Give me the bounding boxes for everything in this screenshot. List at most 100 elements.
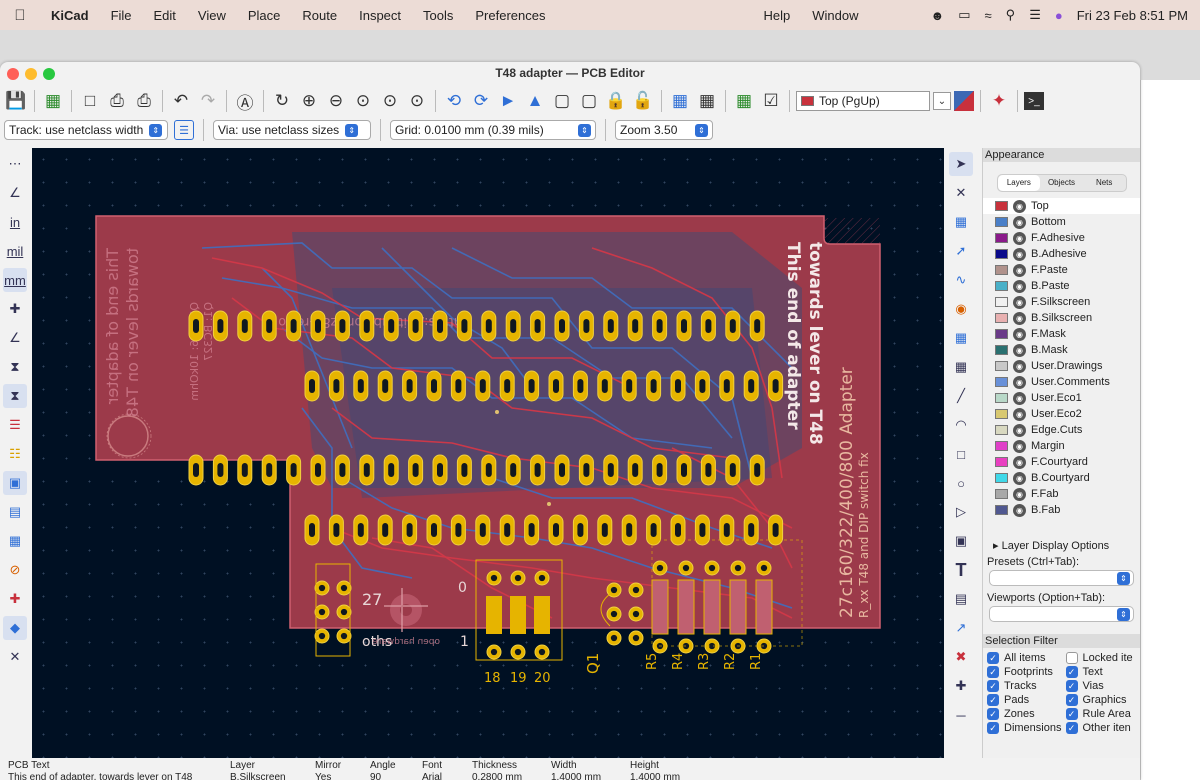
layer-row[interactable]: ◉ User.Eco2 [983, 406, 1140, 422]
draw-polygon-icon[interactable]: ▷ [949, 500, 973, 524]
pcb-canvas[interactable]: This end of adapter towards lever on T48… [32, 148, 944, 758]
group-icon[interactable]: ▢ [550, 89, 574, 113]
layer-row[interactable]: ◉ B.Mask [983, 342, 1140, 358]
delete-tool-icon[interactable]: ✖ [949, 645, 973, 669]
layer-color-swatch[interactable] [995, 249, 1008, 259]
ungroup-icon[interactable]: ▢ [577, 89, 601, 113]
add-textbox-icon[interactable]: ▤ [949, 587, 973, 611]
footprint-browser-icon[interactable]: ▦ [695, 89, 719, 113]
tab-objects[interactable]: Objects [1040, 175, 1083, 191]
user-icon[interactable]: ☻ [931, 8, 945, 23]
layer-color-swatch[interactable] [995, 409, 1008, 419]
filter-checkbox[interactable]: ✓ [1065, 666, 1078, 678]
refresh-icon[interactable]: ↻ [270, 89, 294, 113]
net-colors-icon[interactable]: ⊘ [3, 558, 27, 582]
add-text-icon[interactable]: T [949, 558, 973, 582]
units-mm-button[interactable]: mm [3, 268, 27, 292]
lock-icon[interactable]: 🔒 [604, 89, 628, 113]
auto-track-width-icon[interactable]: ☰ [174, 120, 194, 140]
filter-checkbox[interactable]: ✓ [1065, 722, 1078, 734]
layer-color-swatch[interactable] [995, 425, 1008, 435]
filter-checkbox[interactable]: ✓ [987, 680, 999, 692]
layer-color-swatch[interactable] [995, 217, 1008, 227]
jumper-bridge[interactable] [510, 596, 526, 634]
layer-row[interactable]: ◉ B.Paste [983, 278, 1140, 294]
layer-color-swatch[interactable] [995, 505, 1008, 515]
filter-item[interactable]: ✓ Graphics [1062, 694, 1141, 706]
menu-file[interactable]: File [100, 8, 143, 23]
menu-tools[interactable]: Tools [412, 8, 464, 23]
filter-item[interactable]: ✓ Text [1062, 666, 1141, 678]
visibility-eye-icon[interactable]: ◉ [1013, 343, 1026, 357]
grid-select[interactable]: Grid: 0.0100 mm (0.39 mils) ⇕ [390, 120, 596, 140]
via-display-icon[interactable]: ▣ [3, 471, 27, 495]
visibility-eye-icon[interactable]: ◉ [1013, 455, 1026, 469]
visibility-eye-icon[interactable]: ◉ [1013, 215, 1026, 229]
filter-item[interactable]: ✓ Tracks [983, 680, 1062, 692]
zoom-select[interactable]: Zoom 3.50 ⇕ [615, 120, 713, 140]
filter-checkbox[interactable] [1065, 652, 1078, 664]
layer-row[interactable]: ◉ Top [983, 198, 1140, 214]
print-icon[interactable]: ⎙ [105, 89, 129, 113]
tab-nets[interactable]: Nets [1083, 175, 1126, 191]
board-setup-icon[interactable]: ▦ [41, 89, 65, 113]
draw-circle-icon[interactable]: ○ [949, 471, 973, 495]
filter-checkbox[interactable]: ✓ [1065, 708, 1078, 720]
layer-color-swatch[interactable] [995, 345, 1008, 355]
layer-row[interactable]: ◉ F.Fab [983, 486, 1140, 502]
visibility-eye-icon[interactable]: ◉ [1013, 295, 1026, 309]
find-icon[interactable]: Ⓐ [233, 89, 257, 113]
via-size-select[interactable]: Via: use netclass sizes ⇕ [213, 120, 371, 140]
filter-checkbox[interactable]: ✓ [1065, 680, 1078, 692]
layer-row[interactable]: ◉ F.Courtyard [983, 454, 1140, 470]
visibility-eye-icon[interactable]: ◉ [1013, 471, 1026, 485]
apple-icon[interactable]:  [0, 7, 40, 24]
layer-row[interactable]: ◉ User.Drawings [983, 358, 1140, 374]
redo-icon[interactable]: ↷ [196, 89, 220, 113]
rotate-cw-icon[interactable]: ⟳ [469, 89, 493, 113]
visibility-eye-icon[interactable]: ◉ [1013, 359, 1026, 373]
visibility-eye-icon[interactable]: ◉ [1013, 327, 1026, 341]
mirror-icon[interactable]: ▲ [523, 89, 547, 113]
minimize-window-button[interactable] [25, 68, 37, 80]
battery-icon[interactable]: ▭ [958, 7, 970, 23]
siri-icon[interactable]: ● [1055, 8, 1063, 23]
filter-checkbox[interactable]: ✓ [987, 666, 999, 678]
curved-ratsnest-icon[interactable]: ⧗ [3, 384, 27, 408]
layer-row[interactable]: ◉ User.Comments [983, 374, 1140, 390]
layer-dropdown-chevron-icon[interactable]: ⌄ [933, 92, 951, 110]
visibility-eye-icon[interactable]: ◉ [1013, 247, 1026, 261]
menu-route[interactable]: Route [291, 8, 348, 23]
visibility-eye-icon[interactable]: ◉ [1013, 391, 1026, 405]
zoom-selection-icon[interactable]: ⊙ [405, 89, 429, 113]
filter-item[interactable]: ✓ All items [983, 652, 1062, 664]
filter-item[interactable]: ✓ Other iten [1062, 722, 1141, 734]
draw-arc-icon[interactable]: ◠ [949, 413, 973, 437]
layer-color-swatch[interactable] [995, 297, 1008, 307]
set-origin-icon[interactable]: ✚ [949, 674, 973, 698]
menu-preferences[interactable]: Preferences [464, 8, 556, 23]
add-dimension-icon[interactable]: ↗ [949, 616, 973, 640]
layer-color-swatch[interactable] [995, 265, 1008, 275]
plot-icon[interactable]: ⎙ [132, 89, 156, 113]
zoom-out-icon[interactable]: ⊖ [324, 89, 348, 113]
filter-item[interactable]: Locked ite [1062, 652, 1141, 664]
add-image-icon[interactable]: ▣ [949, 529, 973, 553]
units-inch-button[interactable]: in [3, 210, 27, 234]
visibility-eye-icon[interactable]: ◉ [1013, 199, 1026, 213]
jumper-bridge[interactable] [534, 596, 550, 634]
layer-color-swatch[interactable] [995, 489, 1008, 499]
layer-color-swatch[interactable] [995, 377, 1008, 387]
draw-line-icon[interactable]: ╱ [949, 384, 973, 408]
visibility-eye-icon[interactable]: ◉ [1013, 263, 1026, 277]
drc-icon[interactable]: ☑ [759, 89, 783, 113]
layer-color-swatch[interactable] [995, 473, 1008, 483]
route-track-icon[interactable]: ➚ [949, 239, 973, 263]
layer-row[interactable]: ◉ F.Adhesive [983, 230, 1140, 246]
local-ratsnest-icon[interactable]: ✕ [949, 181, 973, 205]
menu-app-name[interactable]: KiCad [40, 8, 100, 23]
draw-rectangle-icon[interactable]: □ [949, 442, 973, 466]
close-window-button[interactable] [7, 68, 19, 80]
layer-color-swatch[interactable] [995, 329, 1008, 339]
filter-item[interactable]: ✓ Vias [1062, 680, 1141, 692]
